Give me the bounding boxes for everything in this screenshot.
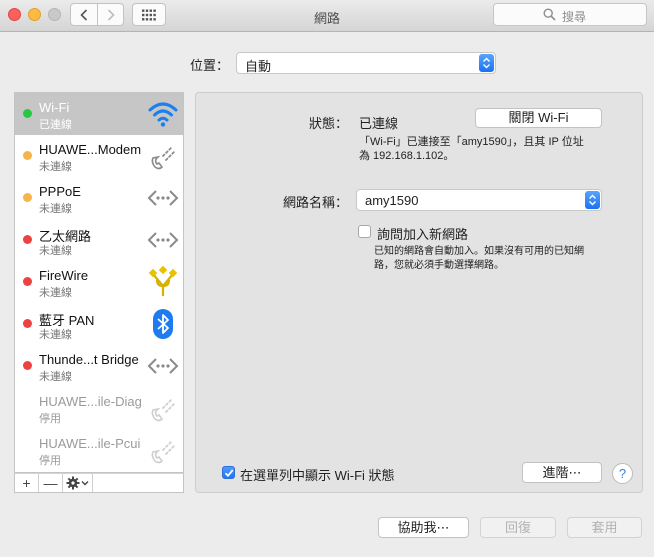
phone-icon xyxy=(151,146,176,170)
service-name: PPPoE xyxy=(39,184,81,199)
ask-to-join-checkbox[interactable] xyxy=(358,225,371,238)
chevron-down-icon xyxy=(81,481,88,486)
status-value: 已連線 xyxy=(359,116,399,131)
service-status: 未連線 xyxy=(39,329,72,341)
checkmark-icon xyxy=(224,469,234,478)
phone-icon xyxy=(151,440,176,464)
status-dot xyxy=(23,109,32,118)
title-bar: 網路 搜尋 xyxy=(0,0,654,32)
network-name-label: 網路名稱： xyxy=(282,195,348,210)
location-select[interactable]: 自動 xyxy=(236,52,496,74)
location-label: 位置： xyxy=(190,58,230,73)
search-field[interactable]: 搜尋 xyxy=(493,3,647,26)
advanced-button[interactable]: 進階⋯ xyxy=(522,462,602,483)
service-name: HUAWE...Modem xyxy=(39,142,142,157)
ethernet-arrows-icon xyxy=(147,190,179,206)
service-huawei-modem[interactable]: HUAWE...Modem 未連線 xyxy=(15,135,183,177)
help-button[interactable]: ? xyxy=(612,463,633,484)
network-name-select[interactable]: amy1590 xyxy=(356,189,602,211)
up-down-chevrons-icon xyxy=(483,57,490,69)
up-down-chevrons-icon xyxy=(589,194,596,206)
service-wifi[interactable]: Wi-Fi 已連線 xyxy=(15,93,183,135)
status-dot xyxy=(23,193,32,202)
network-name-value: amy1590 xyxy=(365,193,419,208)
add-service-button[interactable]: + xyxy=(15,474,39,492)
assist-me-button[interactable]: 協助我⋯ xyxy=(378,517,469,538)
service-name: Wi-Fi xyxy=(39,100,70,115)
service-ethernet[interactable]: 乙太網路 未連線 xyxy=(15,219,183,261)
status-dot xyxy=(23,319,32,328)
ask-to-join-note-line: 路，您就必須手動選擇網路。 xyxy=(374,260,504,271)
service-status: 未連線 xyxy=(39,371,72,383)
firewire-icon xyxy=(148,266,178,296)
service-status: 未連線 xyxy=(39,203,72,215)
status-dot xyxy=(23,277,32,286)
wifi-icon xyxy=(148,102,178,127)
detail-panel: 狀態： 已連線 關閉 Wi-Fi 「Wi-Fi」已連接至「amy1590」，且其… xyxy=(195,92,643,493)
service-bluetooth-pan[interactable]: 藍牙 PAN 未連線 xyxy=(15,303,183,345)
location-value: 自動 xyxy=(245,59,272,74)
service-pppoe[interactable]: PPPoE 未連線 xyxy=(15,177,183,219)
status-dot xyxy=(23,235,32,244)
service-name: HUAWE...ile-Pcui xyxy=(39,436,141,451)
search-placeholder: 搜尋 xyxy=(562,10,587,24)
service-huawei-pcui[interactable]: HUAWE...ile-Pcui 停用 xyxy=(15,429,183,471)
show-wifi-in-menubar-checkbox[interactable] xyxy=(222,466,235,479)
status-dot xyxy=(23,151,32,160)
status-description-line: 為 192.168.1.102。 xyxy=(359,150,455,162)
status-label: 狀態： xyxy=(308,116,348,131)
service-status: 未連線 xyxy=(39,287,72,299)
ask-to-join-note-line: 已知的網路會自動加入。如果沒有可用的已知網 xyxy=(374,246,584,257)
turn-wifi-off-button[interactable]: 關閉 Wi-Fi xyxy=(475,108,602,128)
service-status: 未連線 xyxy=(39,245,72,257)
gear-icon xyxy=(66,476,88,490)
ethernet-arrows-icon xyxy=(147,232,179,248)
service-list-toolbar: + — xyxy=(14,473,184,493)
status-description: 「Wi-Fi」已連接至「amy1590」，且其 IP 位址 為 192.168.… xyxy=(359,135,609,163)
ask-to-join-label: 詢問加入新網路 xyxy=(377,227,469,242)
service-status: 已連線 xyxy=(39,119,72,131)
location-select-arrows xyxy=(479,54,494,72)
network-name-select-arrows xyxy=(585,191,600,209)
ethernet-arrows-icon xyxy=(147,358,179,374)
service-huawei-diag[interactable]: HUAWE...ile-Diag 停用 xyxy=(15,387,183,429)
remove-service-button[interactable]: — xyxy=(39,474,63,492)
service-firewire[interactable]: FireWire 未連線 xyxy=(15,261,183,303)
service-status: 未連線 xyxy=(39,161,72,173)
revert-button[interactable]: 回復 xyxy=(480,517,556,538)
status-dot xyxy=(23,361,32,370)
bluetooth-icon xyxy=(153,309,173,339)
status-description-line: 「Wi-Fi」已連接至「amy1590」，且其 IP 位址 xyxy=(359,136,584,148)
show-wifi-in-menubar-label: 在選單列中顯示 Wi-Fi 狀態 xyxy=(240,468,395,483)
ask-to-join-note: 已知的網路會自動加入。如果沒有可用的已知網 路，您就必須手動選擇網路。 xyxy=(374,245,604,273)
apply-button[interactable]: 套用 xyxy=(567,517,642,538)
service-name: HUAWE...ile-Diag xyxy=(39,394,142,409)
service-thunderbolt-bridge[interactable]: Thunde...t Bridge 未連線 xyxy=(15,345,183,387)
search-icon xyxy=(543,8,556,21)
service-status: 停用 xyxy=(39,455,61,467)
service-name: FireWire xyxy=(39,268,89,283)
service-list: Wi-Fi 已連線 HUAWE...Modem 未連線 PPPoE 未連線 乙太… xyxy=(14,92,184,473)
phone-icon xyxy=(151,398,176,422)
service-actions-menu[interactable] xyxy=(63,474,93,492)
service-name: Thunde...t Bridge xyxy=(39,352,139,367)
service-status: 停用 xyxy=(39,413,61,425)
